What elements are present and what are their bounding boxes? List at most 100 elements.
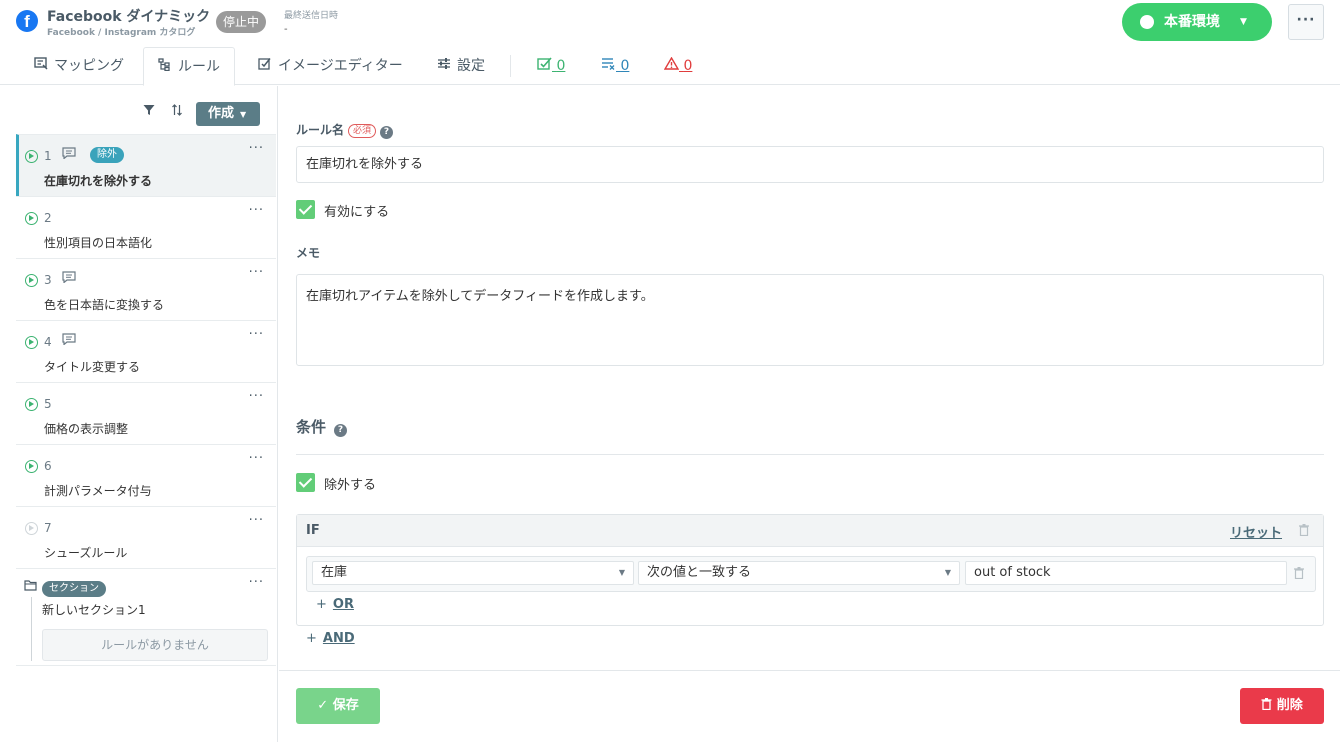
rule-number: 6 (44, 459, 52, 473)
rule-name: シューズルール (44, 546, 128, 560)
rule-menu-icon[interactable]: ··· (249, 451, 264, 466)
rule-name: 価格の表示調整 (44, 422, 129, 436)
tab-settings-label: 設定 (457, 58, 485, 74)
required-badge: 必須 (348, 124, 377, 138)
list-x-icon (601, 58, 620, 74)
status-badge: 停止中 (216, 11, 267, 33)
enable-checkbox[interactable] (296, 200, 315, 219)
tab-image-editor[interactable]: イメージエディター (258, 47, 403, 85)
rule-name-label-text: ルール名 (296, 123, 345, 137)
rule-tree-icon (158, 49, 172, 87)
exclude-badge: 除外 (90, 147, 124, 163)
rule-item[interactable]: 5 価格の表示調整 ··· (16, 382, 276, 444)
more-options-button[interactable]: ··· (1288, 4, 1324, 40)
status-dot-icon (1140, 15, 1154, 29)
rule-menu-icon[interactable]: ··· (249, 265, 264, 280)
app-header: f Facebook ダイナミック Facebook / Instagram カ… (0, 0, 1340, 44)
rule-name: 在庫切れを除外する (44, 174, 153, 188)
enable-label: 有効にする (324, 205, 390, 220)
rule-item[interactable]: 7 シューズルール ··· (16, 506, 276, 568)
tab-mapping-label: マッピング (54, 58, 124, 74)
delete-button[interactable]: 削除 (1240, 688, 1324, 724)
rule-name: 性別項目の日本語化 (44, 236, 153, 250)
rule-menu-icon[interactable]: ··· (249, 327, 264, 342)
operator-select[interactable]: 次の値と一致する ▼ (638, 561, 960, 585)
last-sent-value: - (284, 24, 288, 35)
save-button[interactable]: ✓ 保存 (296, 688, 380, 724)
play-status-icon (25, 522, 38, 535)
add-or-button[interactable]: + OR (316, 597, 354, 612)
folder-icon (24, 580, 37, 594)
environment-button[interactable]: 本番環境 ▼ (1122, 3, 1272, 41)
exclude-checkbox[interactable] (296, 473, 315, 492)
field-select[interactable]: 在庫 ▼ (312, 561, 634, 585)
rule-name: タイトル変更する (44, 360, 141, 374)
add-and-button[interactable]: + AND (306, 631, 355, 646)
trash-icon[interactable] (1299, 524, 1309, 539)
memo-textarea[interactable]: 在庫切れアイテムを除外してデータフィードを作成します。 (296, 274, 1324, 366)
save-label: 保存 (332, 698, 359, 713)
rule-list: 1 除外 在庫切れを除外する ··· 2 性別項目の日本語化 ··· 3 色を日本語に変換する ·… (16, 134, 276, 666)
environment-label: 本番環境 (1164, 14, 1220, 30)
and-label: AND (322, 631, 355, 646)
rule-item[interactable]: 1 除外 在庫切れを除外する ··· (16, 134, 276, 196)
tab-mapping[interactable]: マッピング (34, 47, 124, 85)
tab-image-editor-label: イメージエディター (278, 58, 403, 74)
rule-menu-icon[interactable]: ··· (249, 389, 264, 404)
create-button[interactable]: 作成 ▼ (196, 102, 260, 126)
help-icon[interactable]: ? (334, 424, 348, 437)
rule-name-label: ルール名 必須? (296, 121, 394, 139)
rule-item[interactable]: 4 タイトル変更する ··· (16, 320, 276, 382)
create-button-label: 作成 (208, 106, 235, 121)
warning-counter[interactable]: 0 (663, 47, 693, 85)
play-status-icon (25, 274, 38, 287)
memo-label: メモ (296, 246, 321, 260)
facebook-logo-icon: f (16, 10, 38, 32)
rule-menu-icon[interactable]: ··· (249, 141, 264, 156)
if-condition-box: IF リセット 在庫 ▼ 次の値と一致する ▼ out of stock + OR (296, 514, 1324, 626)
rule-menu-icon[interactable]: ··· (249, 513, 264, 528)
or-label: OR (332, 597, 354, 612)
sort-icon[interactable] (171, 104, 183, 120)
if-label: IF (306, 523, 320, 538)
rule-section[interactable]: セクション ··· 新しいセクション1 ルールがありません (16, 568, 276, 666)
conditions-title: 条件? (296, 416, 348, 437)
conditions-title-text: 条件 (296, 418, 327, 436)
app-title: Facebook ダイナミック (47, 9, 211, 25)
tab-rules[interactable]: ルール (143, 47, 235, 86)
reset-link[interactable]: リセット (1230, 522, 1282, 541)
rule-menu-icon[interactable]: ··· (249, 203, 264, 218)
rule-number: 3 (44, 273, 52, 287)
rule-item[interactable]: 6 計測パラメータ付与 ··· (16, 444, 276, 506)
excluded-counter[interactable]: 0 (601, 47, 629, 85)
section-guide-line (31, 597, 32, 661)
sliders-icon (437, 48, 451, 86)
condition-row: 在庫 ▼ 次の値と一致する ▼ out of stock (306, 556, 1316, 592)
success-count: 0 (556, 58, 566, 74)
filter-icon[interactable] (143, 104, 155, 120)
chevron-down-icon: ▼ (1240, 17, 1247, 27)
app-subtitle: Facebook / Instagram カタログ (47, 28, 196, 38)
rule-name-input[interactable]: 在庫切れを除外する (296, 146, 1324, 183)
warning-icon (663, 56, 683, 74)
rule-number: 5 (44, 397, 52, 411)
section-menu-icon[interactable]: ··· (249, 575, 264, 590)
rule-number: 4 (44, 335, 52, 349)
tab-settings[interactable]: 設定 (437, 47, 485, 85)
comment-icon (62, 147, 76, 163)
comment-icon (62, 333, 76, 349)
rule-sidebar: 作成 ▼ 1 除外 在庫切れを除外する ··· 2 性別項目の日本語化 ··· 3 色を日本語に変… (0, 86, 278, 742)
rule-item[interactable]: 2 性別項目の日本語化 ··· (16, 196, 276, 258)
mapping-icon (34, 48, 48, 86)
success-counter[interactable]: 0 (537, 47, 565, 85)
rule-item[interactable]: 3 色を日本語に変換する ··· (16, 258, 276, 320)
condition-value-input[interactable]: out of stock (965, 561, 1287, 585)
rule-number: 2 (44, 211, 52, 225)
trash-icon[interactable] (1294, 567, 1304, 582)
warning-count: 0 (683, 58, 693, 74)
excluded-count: 0 (620, 58, 630, 74)
check-doc-icon (537, 57, 556, 74)
help-icon[interactable]: ? (380, 126, 394, 139)
form-footer: ✓ 保存 削除 (279, 670, 1340, 742)
play-status-icon (25, 336, 38, 349)
